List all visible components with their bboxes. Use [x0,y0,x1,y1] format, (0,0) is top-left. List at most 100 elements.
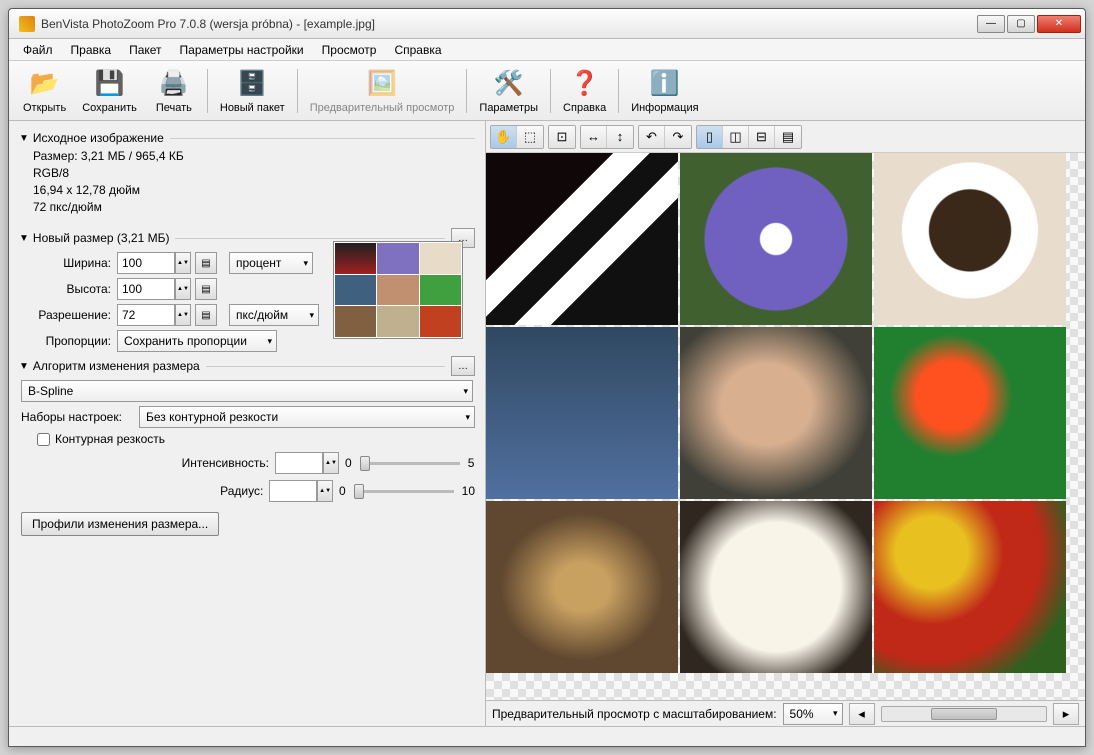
collapse-icon: ▼ [19,133,29,144]
app-icon [19,16,35,32]
menu-help[interactable]: Справка [386,41,449,59]
radius-label: Радиус: [29,484,263,498]
main-toolbar: 📂Открыть 💾Сохранить 🖨️Печать 🗄️Новый пак… [9,61,1085,121]
height-spinner[interactable]: ▲▼ [175,278,191,300]
resolution-spinner[interactable]: ▲▼ [175,304,191,326]
rotate-ccw-button[interactable]: ↶ [639,126,665,148]
intensity-min: 0 [345,456,352,470]
info-icon: ℹ️ [649,68,681,100]
width-spinner[interactable]: ▲▼ [175,252,191,274]
rotate-cw-button[interactable]: ↷ [665,126,691,148]
batch-icon: 🗄️ [236,68,268,100]
folder-open-icon: 📂 [29,68,61,100]
preview-canvas[interactable] [486,153,1085,700]
content-area: ▼Исходное изображение Размер: 3,21 МБ / … [9,121,1085,726]
source-thumbnail[interactable] [333,241,463,339]
source-res: 72 пкс/дюйм [33,200,475,214]
radius-row: Радиус: ▲▼ 0 10 [29,480,475,502]
menu-file[interactable]: Файл [15,41,61,59]
resolution-label: Разрешение: [29,308,111,322]
intensity-label: Интенсивность: [29,456,269,470]
help-button[interactable]: ❓Справка [557,66,612,116]
intensity-row: Интенсивность: ▲▼ 0 5 [29,452,475,474]
intensity-spinner[interactable]: ▲▼ [323,452,339,474]
zoom-label: Предварительный просмотр с масштабирован… [492,707,777,721]
crop-tool-button[interactable]: ⊡ [549,126,575,148]
hand-tool-button[interactable]: ✋ [491,126,517,148]
proportions-combo[interactable]: Сохранить пропорции [117,330,277,352]
app-window: BenVista PhotoZoom Pro 7.0.8 (wersja pró… [8,8,1086,747]
radius-max: 10 [462,484,475,498]
intensity-slider[interactable] [360,462,460,465]
view-grid-button[interactable]: ▤ [775,126,801,148]
radius-slider[interactable] [354,490,454,493]
toolbar-separator [618,69,619,113]
preview-panel: ✋ ⬚ ⊡ ↔ ↕ ↶ ↷ ▯ ◫ ⊟ ▤ [485,121,1085,726]
save-button[interactable]: 💾Сохранить [76,66,143,116]
radius-min: 0 [339,484,346,498]
algo-section-header[interactable]: ▼Алгоритм изменения размера… [19,356,475,376]
height-label: Высота: [29,282,111,296]
view-split-v-button[interactable]: ⊟ [749,126,775,148]
proportions-label: Пропорции: [29,334,111,348]
view-split-h-button[interactable]: ◫ [723,126,749,148]
preview-toolbar: ✋ ⬚ ⊡ ↔ ↕ ↶ ↷ ▯ ◫ ⊟ ▤ [486,121,1085,153]
resolution-input[interactable] [117,304,175,326]
unsharp-label: Контурная резкость [55,432,165,446]
menu-view[interactable]: Просмотр [314,41,385,59]
intensity-input[interactable] [275,452,323,474]
select-tool-button[interactable]: ⬚ [517,126,543,148]
intensity-max: 5 [468,456,475,470]
flip-v-button[interactable]: ↕ [607,126,633,148]
size-unit-combo[interactable]: процент [229,252,313,274]
preview-footer: Предварительный просмотр с масштабирован… [486,700,1085,726]
preview-icon: 🖼️ [366,68,398,100]
maximize-button[interactable]: ▢ [1007,15,1035,33]
info-button[interactable]: ℹ️Информация [625,66,704,116]
toolbar-separator [207,69,208,113]
menu-edit[interactable]: Правка [63,41,120,59]
view-single-button[interactable]: ▯ [697,126,723,148]
collapse-icon: ▼ [19,233,29,244]
flip-h-button[interactable]: ↔ [581,126,607,148]
source-size: Размер: 3,21 МБ / 965,4 КБ [33,149,475,163]
scroll-right-button[interactable]: ▸ [1053,703,1079,725]
print-button[interactable]: 🖨️Печать [147,66,201,116]
close-button[interactable]: ✕ [1037,15,1081,33]
titlebar[interactable]: BenVista PhotoZoom Pro 7.0.8 (wersja pró… [9,9,1085,39]
resolution-link-button[interactable]: ▤ [195,304,217,326]
preview-button[interactable]: 🖼️Предварительный просмотр [304,66,461,116]
resize-profiles-button[interactable]: Профили изменения размера... [21,512,219,536]
unsharp-row: Контурная резкость [37,432,475,446]
width-link-button[interactable]: ▤ [195,252,217,274]
help-icon: ❓ [569,68,601,100]
source-section-header[interactable]: ▼Исходное изображение [19,131,475,145]
toolbar-separator [297,69,298,113]
resolution-unit-combo[interactable]: пкс/дюйм [229,304,319,326]
scroll-left-button[interactable]: ◂ [849,703,875,725]
toolbar-separator [550,69,551,113]
source-mode: RGB/8 [33,166,475,180]
presets-combo[interactable]: Без контурной резкости [139,406,475,428]
algo-more-button[interactable]: … [451,356,475,376]
zoom-combo[interactable]: 50% [783,703,843,725]
menu-settings[interactable]: Параметры настройки [172,41,312,59]
toolbar-separator [466,69,467,113]
presets-label: Наборы настроек: [21,410,133,424]
presets-row: Наборы настроек: Без контурной резкости [21,406,475,428]
height-input[interactable] [117,278,175,300]
window-title: BenVista PhotoZoom Pro 7.0.8 (wersja pró… [41,17,977,31]
height-link-button[interactable]: ▤ [195,278,217,300]
unsharp-checkbox[interactable] [37,433,50,446]
minimize-button[interactable]: — [977,15,1005,33]
algorithm-combo[interactable]: B-Spline [21,380,473,402]
open-button[interactable]: 📂Открыть [17,66,72,116]
radius-input[interactable] [269,480,317,502]
save-icon: 💾 [94,68,126,100]
menu-batch[interactable]: Пакет [121,41,169,59]
width-input[interactable] [117,252,175,274]
params-button[interactable]: 🛠️Параметры [473,66,544,116]
new-batch-button[interactable]: 🗄️Новый пакет [214,66,291,116]
radius-spinner[interactable]: ▲▼ [317,480,333,502]
horizontal-scrollbar[interactable] [881,706,1047,722]
